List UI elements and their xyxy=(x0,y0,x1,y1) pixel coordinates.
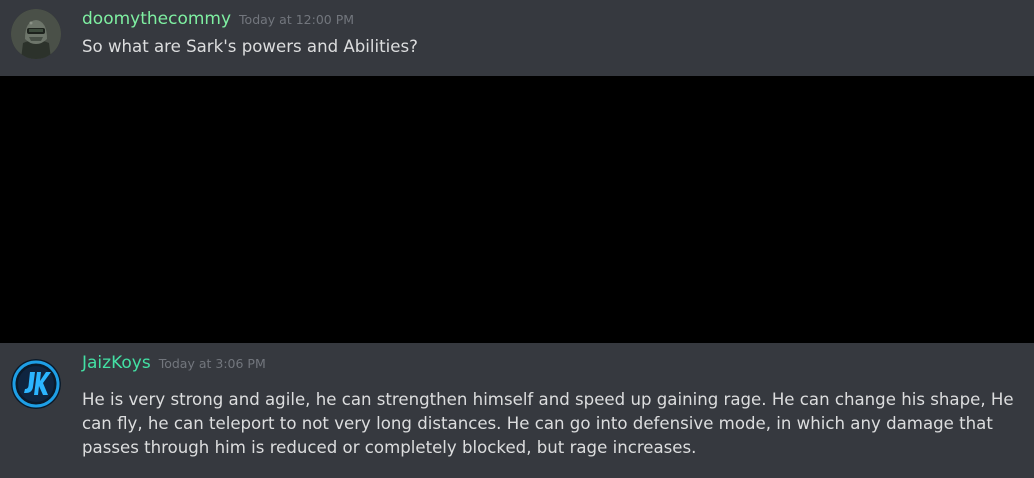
hidden-content-area xyxy=(0,76,1034,343)
message-header: JaizKoys Today at 3:06 PM xyxy=(82,353,266,373)
timestamp: Today at 12:00 PM xyxy=(239,12,355,27)
message-text: So what are Sark's powers and Abilities? xyxy=(82,37,418,56)
jk-logo-avatar-icon xyxy=(11,359,61,409)
message-text: He is very strong and agile, he can stre… xyxy=(82,390,1014,457)
chat-message: doomythecommy Today at 12:00 PM So what a… xyxy=(0,0,1034,76)
message-header: doomythecommy Today at 12:00 PM xyxy=(82,9,354,29)
helmet-avatar-icon xyxy=(11,9,61,59)
timestamp: Today at 3:06 PM xyxy=(158,356,266,371)
username[interactable]: JaizKoys xyxy=(82,353,151,373)
chat-message: JaizKoys Today at 3:06 PM He is very stro… xyxy=(0,343,1034,478)
username[interactable]: doomythecommy xyxy=(82,9,231,29)
user-avatar[interactable] xyxy=(11,359,61,409)
user-avatar[interactable] xyxy=(11,9,61,59)
